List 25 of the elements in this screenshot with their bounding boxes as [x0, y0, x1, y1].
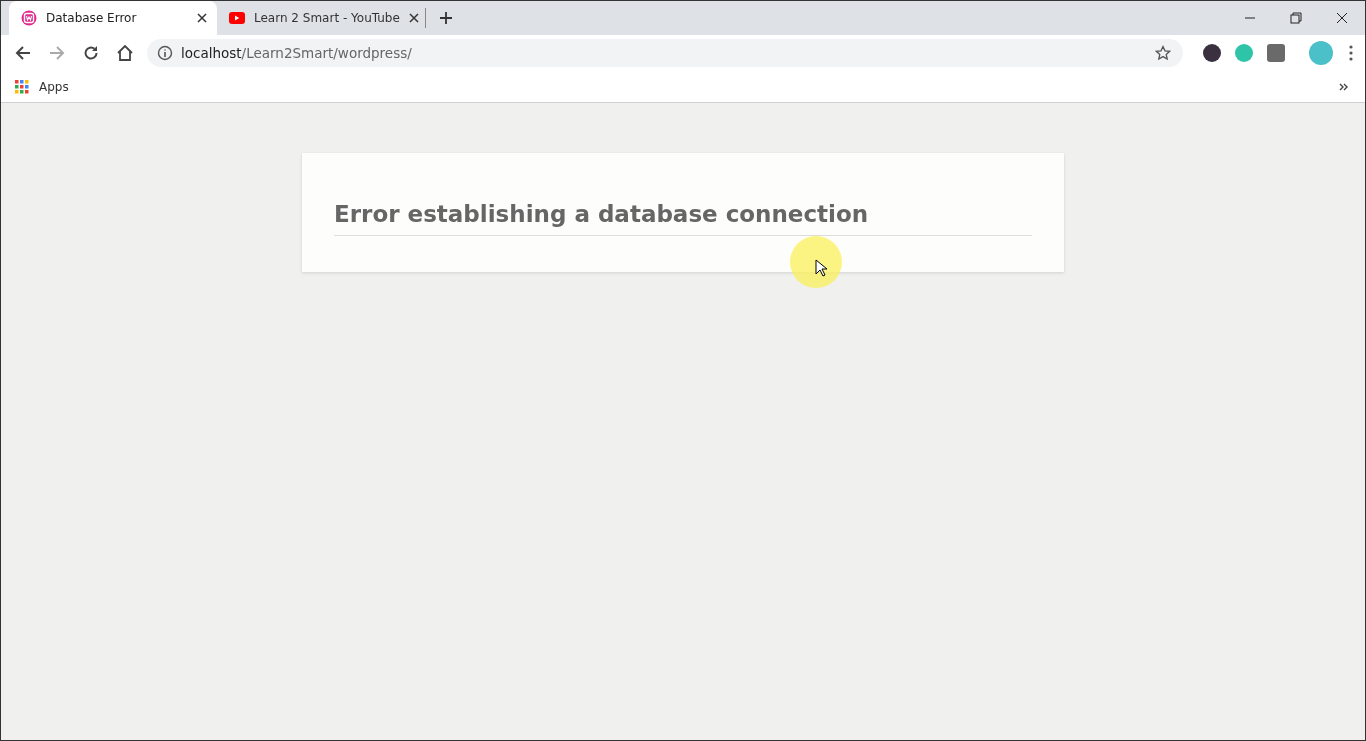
menu-icon[interactable]	[1349, 45, 1353, 61]
chevron-icon[interactable]	[1339, 82, 1349, 91]
restore-icon[interactable]	[1290, 12, 1302, 24]
address-bar[interactable]: localhost/Learn2Smart/wordpress/	[147, 39, 1183, 67]
grid-icon	[15, 79, 29, 94]
cursor-icon	[815, 259, 827, 277]
bookmark-item[interactable]: Apps	[15, 79, 69, 94]
tab-title: Learn 2 Smart - YouTube	[254, 11, 400, 25]
url-text: localhost/Learn2Smart/wordpress/	[181, 45, 412, 61]
back-arrow-icon[interactable]	[15, 45, 31, 61]
info-icon	[157, 45, 173, 61]
browser-tab[interactable]: Learn 2 Smart - YouTube	[217, 1, 425, 35]
star-icon[interactable]	[1155, 45, 1171, 61]
extension-icon[interactable]	[1203, 44, 1221, 62]
app-logo-icon	[21, 10, 37, 26]
close-icon[interactable]	[1336, 12, 1348, 24]
video-logo-icon	[229, 12, 245, 24]
home-icon[interactable]	[116, 45, 134, 61]
tab-title: Database Error	[46, 11, 138, 25]
close-icon[interactable]	[408, 13, 419, 23]
plus-icon[interactable]	[439, 11, 453, 25]
reload-icon[interactable]	[83, 45, 99, 61]
close-icon[interactable]	[197, 13, 207, 23]
browser-tab[interactable]: Database Error	[9, 1, 217, 35]
error-heading: Error establishing a database connection	[334, 201, 1032, 236]
